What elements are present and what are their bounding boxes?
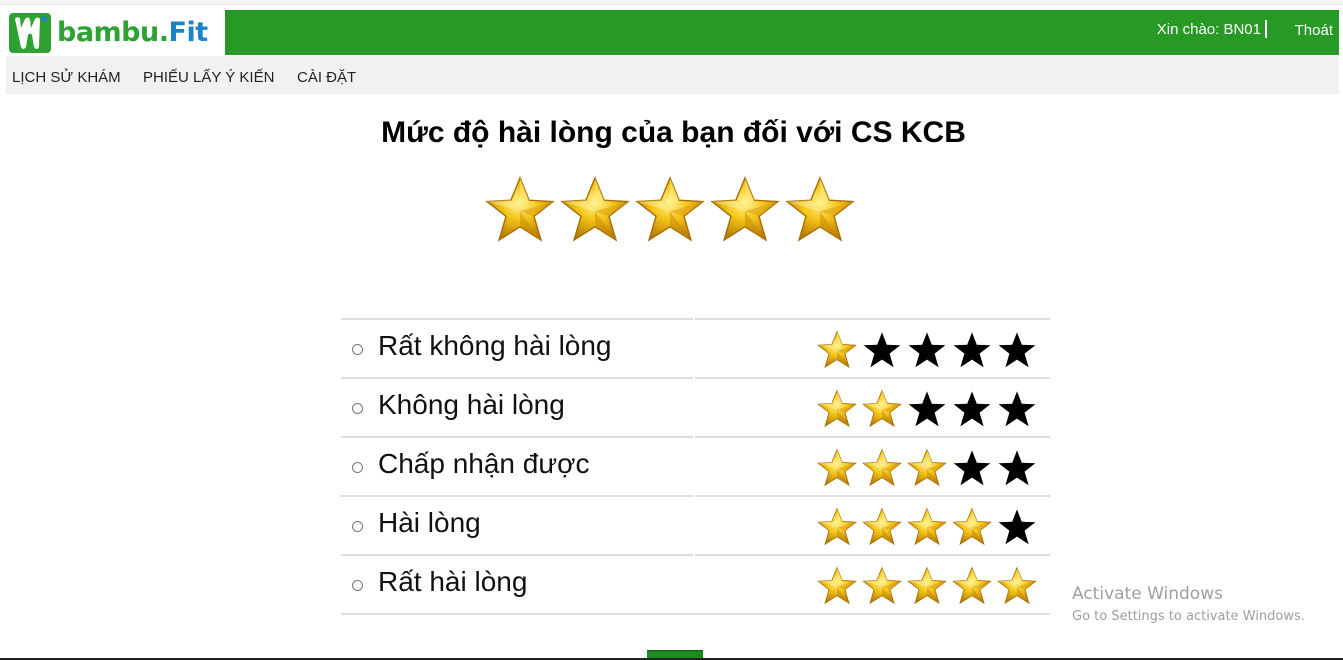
- gold-star-icon: [907, 448, 947, 488]
- rating-option-label: Không hài lòng: [378, 389, 565, 420]
- gold-star-icon: [997, 566, 1037, 606]
- logo[interactable]: bambu.Fit: [6, 10, 225, 55]
- rating-option-row[interactable]: Hài lòng: [341, 495, 1050, 554]
- greeting-text: Xin chào: BN01: [1156, 21, 1261, 38]
- gold-star-icon: [817, 330, 857, 370]
- radio-button[interactable]: [352, 403, 363, 414]
- gold-star-icon: [862, 448, 902, 488]
- rating-star-5[interactable]: [785, 175, 855, 245]
- cell-divider: [693, 318, 695, 377]
- rating-star-3[interactable]: [635, 175, 705, 245]
- main-nav: LỊCH SỬ KHÁM PHIẾU LẤY Ý KIẾN CÀI ĐẶT: [6, 56, 1339, 94]
- brand-name: bambu.Fit: [57, 17, 208, 48]
- page-title: Mức độ hài lòng của bạn đối với CS KCB: [381, 116, 966, 149]
- rating-option-row[interactable]: Chấp nhận được: [341, 436, 1050, 495]
- rating-option-label: Rất hài lòng: [378, 566, 528, 597]
- gold-star-icon: [907, 566, 947, 606]
- overall-rating-stars: [485, 175, 865, 247]
- gold-star-icon: [907, 507, 947, 547]
- rating-options-table: Rất không hài lòng Không hài lòng Chấp n…: [341, 318, 1050, 615]
- black-star-icon: [997, 448, 1037, 488]
- gold-star-icon: [862, 507, 902, 547]
- app-header: bambu.Fit Xin chào: BN01 Thoát: [6, 10, 1339, 55]
- radio-button[interactable]: [352, 521, 363, 532]
- rating-option-label: Chấp nhận được: [378, 448, 590, 479]
- gold-star-icon: [817, 507, 857, 547]
- rating-star-4[interactable]: [710, 175, 780, 245]
- black-star-icon: [862, 330, 902, 370]
- bambu-logo-icon: [9, 12, 51, 53]
- rating-option-stars: [817, 566, 1042, 606]
- header-divider: [1265, 20, 1267, 38]
- watermark-subtitle: Go to Settings to activate Windows.: [1072, 609, 1305, 624]
- black-star-icon: [997, 330, 1037, 370]
- rating-option-label: Rất không hài lòng: [378, 330, 612, 361]
- radio-button[interactable]: [352, 462, 363, 473]
- black-star-icon: [952, 389, 992, 429]
- black-star-icon: [997, 507, 1037, 547]
- gold-star-icon: [817, 448, 857, 488]
- radio-button[interactable]: [352, 344, 363, 355]
- windows-activation-watermark: Activate Windows Go to Settings to activ…: [1072, 584, 1305, 624]
- black-star-icon: [952, 330, 992, 370]
- cell-divider: [693, 554, 695, 613]
- cell-divider: [693, 377, 695, 436]
- nav-item-history[interactable]: LỊCH SỬ KHÁM: [12, 69, 121, 86]
- nav-item-feedback-form[interactable]: PHIẾU LẤY Ý KIẾN: [143, 69, 274, 86]
- rating-option-row[interactable]: Rất hài lòng: [341, 554, 1050, 615]
- rating-option-stars: [817, 389, 1042, 429]
- logout-link[interactable]: Thoát: [1295, 22, 1333, 39]
- gold-star-icon: [952, 507, 992, 547]
- cell-divider: [693, 495, 695, 554]
- gold-star-icon: [817, 566, 857, 606]
- rating-option-stars: [817, 330, 1042, 370]
- black-star-icon: [997, 389, 1037, 429]
- browser-top-strip: [0, 0, 1343, 5]
- radio-button[interactable]: [352, 580, 363, 591]
- gold-star-icon: [817, 389, 857, 429]
- rating-option-stars: [817, 507, 1042, 547]
- watermark-title: Activate Windows: [1072, 584, 1223, 604]
- rating-star-1[interactable]: [485, 175, 555, 245]
- rating-option-label: Hài lòng: [378, 507, 481, 538]
- cell-divider: [693, 436, 695, 495]
- gold-star-icon: [952, 566, 992, 606]
- gold-star-icon: [862, 566, 902, 606]
- rating-option-stars: [817, 448, 1042, 488]
- rating-option-row[interactable]: Rất không hài lòng: [341, 318, 1050, 377]
- rating-star-2[interactable]: [560, 175, 630, 245]
- black-star-icon: [952, 448, 992, 488]
- gold-star-icon: [862, 389, 902, 429]
- rating-option-row[interactable]: Không hài lòng: [341, 377, 1050, 436]
- nav-item-settings[interactable]: CÀI ĐẶT: [297, 69, 356, 86]
- black-star-icon: [907, 389, 947, 429]
- black-star-icon: [907, 330, 947, 370]
